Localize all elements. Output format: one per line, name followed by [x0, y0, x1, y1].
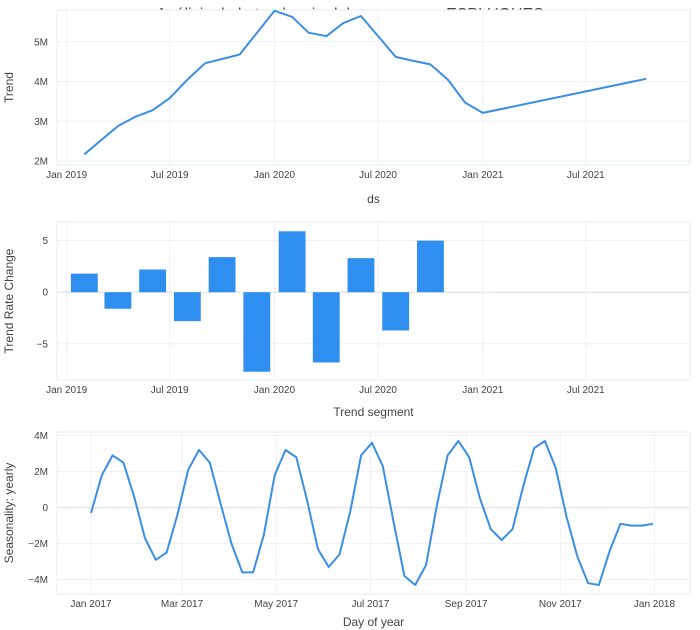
x-tick-label: Jan 2021: [462, 385, 504, 396]
trend-rate-bar: [173, 292, 201, 322]
x-tick-label: Jan 2020: [254, 385, 296, 396]
x-tick-label: Jul 2019: [151, 170, 189, 181]
y-axis-title: Trend: [2, 72, 16, 103]
y-tick-label: 5M: [34, 37, 48, 48]
x-tick-label: Jul 2019: [151, 385, 189, 396]
x-tick-label: Jul 2020: [359, 170, 397, 181]
trend-rate-bar: [312, 292, 340, 363]
plot-area: [56, 431, 691, 595]
trend-rate-bar: [382, 292, 410, 331]
x-axis-title: Day of year: [343, 615, 404, 629]
trend-rate-bar: [70, 273, 98, 293]
chart-panel-1: Jan 2019 Jul 2019 Jan 2020 Jul 2020 Jan 2021…: [2, 9, 691, 206]
y-axis-title: Seasonality: yearly: [2, 463, 16, 564]
x-axis-title: ds: [367, 192, 380, 206]
trend-analysis-figure: Análisis de la tendencia del consumo en …: [2, 6, 691, 629]
y-tick-label: 3M: [34, 117, 48, 128]
x-tick-label: Jul 2021: [567, 385, 605, 396]
plot-area: [56, 9, 691, 166]
x-tick-label: Jan 2019: [46, 170, 88, 181]
x-tick-label: May 2017: [254, 599, 298, 610]
y-tick-label: 0: [42, 503, 48, 514]
chart-panel-2: Jan 2019 Jul 2019 Jan 2020 Jul 2020 Jan 2021…: [2, 221, 691, 419]
x-tick-label: Jan 2019: [46, 385, 88, 396]
x-axis-title: Trend segment: [333, 405, 414, 419]
x-tick-label: Jan 2021: [462, 170, 504, 181]
trend-rate-bar: [347, 258, 375, 293]
y-tick-label: 2M: [34, 467, 48, 478]
y-tick-label: −2M: [28, 539, 48, 550]
x-tick-label: Nov 2017: [539, 599, 582, 610]
x-tick-label: Jan 2020: [254, 170, 296, 181]
x-tick-label: Jul 2017: [352, 599, 390, 610]
trend-rate-bar: [208, 257, 236, 293]
y-tick-label: −5: [37, 339, 49, 350]
y-tick-label: 2M: [34, 157, 48, 168]
x-tick-label: Jan 2018: [634, 599, 676, 610]
chart-panel-3: Jan 2017 Mar 2017 May 2017 Jul 2017 Sep 2017…: [2, 431, 691, 629]
y-tick-label: 5: [42, 236, 48, 247]
plot-area: [56, 221, 691, 381]
trend-rate-bar: [104, 292, 132, 309]
x-tick-label: Sep 2017: [445, 599, 488, 610]
x-tick-label: Mar 2017: [161, 599, 204, 610]
x-tick-label: Jan 2017: [70, 599, 112, 610]
trend-rate-bar: [139, 269, 167, 293]
y-axis-title: Trend Rate Change: [2, 248, 16, 353]
y-tick-label: 4M: [34, 77, 48, 88]
x-tick-label: Jul 2020: [359, 385, 397, 396]
trend-rate-bar: [416, 240, 444, 293]
y-tick-label: −4M: [28, 575, 48, 586]
y-tick-label: 4M: [34, 431, 48, 442]
x-tick-label: Jul 2021: [567, 170, 605, 181]
trend-rate-bar: [243, 292, 271, 372]
trend-rate-bar: [278, 231, 306, 293]
y-tick-label: 0: [42, 288, 48, 299]
